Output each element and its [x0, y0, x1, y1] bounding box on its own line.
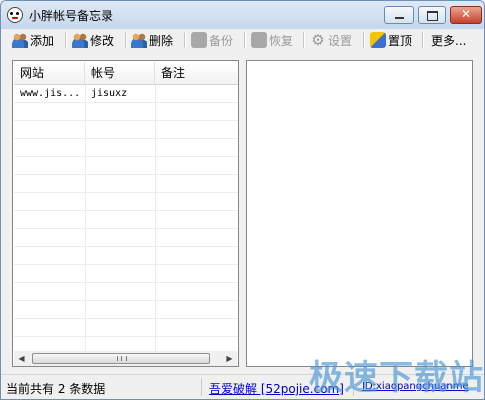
table-row[interactable]: www.jis... jisuxz [14, 85, 238, 103]
toolbar-divider [244, 32, 246, 48]
empty-row [14, 211, 238, 229]
more-button[interactable]: 更多... [431, 31, 466, 49]
add-user-icon [12, 32, 28, 48]
record-count: 当前共有 2 条数据 [6, 382, 106, 396]
scrollbar-grip-icon [117, 356, 127, 361]
cell-account: jisuxz [91, 88, 128, 99]
account-list[interactable]: 网站 帐号 备注 www.jis... jisuxz ◀ ▶ [12, 60, 239, 367]
maximize-button[interactable] [418, 6, 446, 24]
pin-label: 置顶 [388, 33, 413, 48]
empty-row [14, 121, 238, 139]
toolbar-divider [363, 32, 365, 48]
toolbar-divider [184, 32, 186, 48]
minimize-button[interactable] [384, 6, 414, 24]
add-button[interactable]: 添加 [12, 31, 54, 49]
cell-site: www.jis... [20, 88, 81, 99]
column-header-account[interactable]: 帐号 [85, 62, 155, 84]
edit-label: 修改 [90, 33, 115, 48]
toolbar-divider [65, 32, 67, 48]
empty-row [14, 175, 238, 193]
toolbar: 添加 修改 删除 备份 恢复 ⚙ 设置 置顶 更多... [1, 29, 484, 51]
status-divider [201, 378, 202, 396]
title-bar: 小胖帐号备忘录 [1, 1, 484, 30]
edit-button[interactable]: 修改 [72, 31, 114, 49]
column-header-note[interactable]: 备注 [155, 62, 238, 84]
delete-label: 删除 [149, 33, 174, 48]
empty-row [14, 283, 238, 301]
edit-user-icon [72, 32, 88, 48]
add-label: 添加 [30, 33, 55, 48]
pin-icon [370, 32, 386, 48]
column-header-site[interactable]: 网站 [14, 62, 85, 84]
empty-row [14, 229, 238, 247]
scrollbar-thumb[interactable] [32, 353, 210, 364]
scroll-left-icon[interactable]: ◀ [14, 351, 29, 366]
pin-top-button[interactable]: 置顶 [370, 31, 412, 49]
restore-icon [251, 32, 267, 48]
backup-button[interactable]: 备份 [191, 31, 233, 49]
window-title: 小胖帐号备忘录 [29, 9, 114, 23]
cell-note [155, 85, 238, 103]
app-logo-icon [7, 7, 23, 23]
restore-button[interactable]: 恢复 [251, 31, 293, 49]
close-button[interactable] [450, 6, 482, 24]
toolbar-divider [125, 32, 127, 48]
empty-row [14, 319, 238, 337]
toolbar-divider [303, 32, 305, 48]
empty-row [14, 301, 238, 319]
detail-panel[interactable] [246, 60, 473, 367]
settings-label: 设置 [328, 33, 353, 48]
empty-row [14, 193, 238, 211]
more-label: 更多... [431, 33, 467, 48]
backup-label: 备份 [209, 33, 234, 48]
empty-row [14, 247, 238, 265]
settings-button[interactable]: ⚙ 设置 [310, 31, 352, 49]
delete-user-icon [131, 32, 147, 48]
app-window: 小胖帐号备忘录 添加 修改 删除 备份 恢复 ⚙ [0, 0, 485, 400]
watermark-text: 极速下载站 [309, 358, 484, 398]
restore-label: 恢复 [269, 33, 294, 48]
backup-icon [191, 32, 207, 48]
empty-row [14, 157, 238, 175]
empty-row [14, 103, 238, 121]
gear-icon: ⚙ [311, 31, 325, 49]
toolbar-divider [422, 32, 424, 48]
empty-row [14, 265, 238, 283]
delete-button[interactable]: 删除 [131, 31, 173, 49]
empty-row [14, 139, 238, 157]
scroll-right-icon[interactable]: ▶ [222, 351, 237, 366]
horizontal-scrollbar[interactable]: ◀ ▶ [14, 351, 237, 366]
list-header: 网站 帐号 备注 [14, 62, 238, 85]
